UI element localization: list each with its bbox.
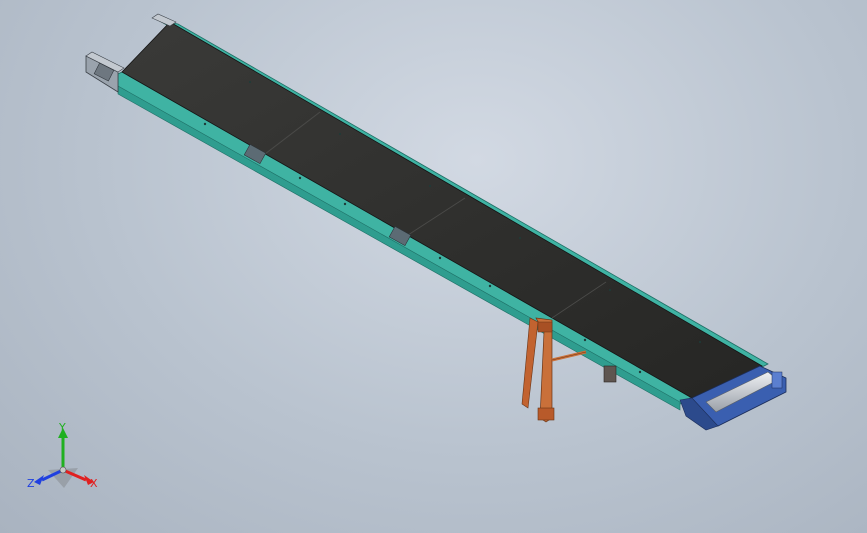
conveyor-assembly[interactable] <box>85 13 787 431</box>
triad-z-label: Z <box>27 477 35 490</box>
graphics-viewport[interactable]: Y X Z <box>0 0 867 533</box>
triad-y-label: Y <box>58 421 66 434</box>
triad-x-label: X <box>90 477 98 490</box>
frame-lower-rail[interactable] <box>117 85 681 411</box>
belt-surface[interactable] <box>121 21 763 399</box>
view-orientation-triad[interactable]: Y X Z <box>27 421 98 490</box>
cad-model-canvas[interactable]: Y X Z <box>0 0 867 533</box>
